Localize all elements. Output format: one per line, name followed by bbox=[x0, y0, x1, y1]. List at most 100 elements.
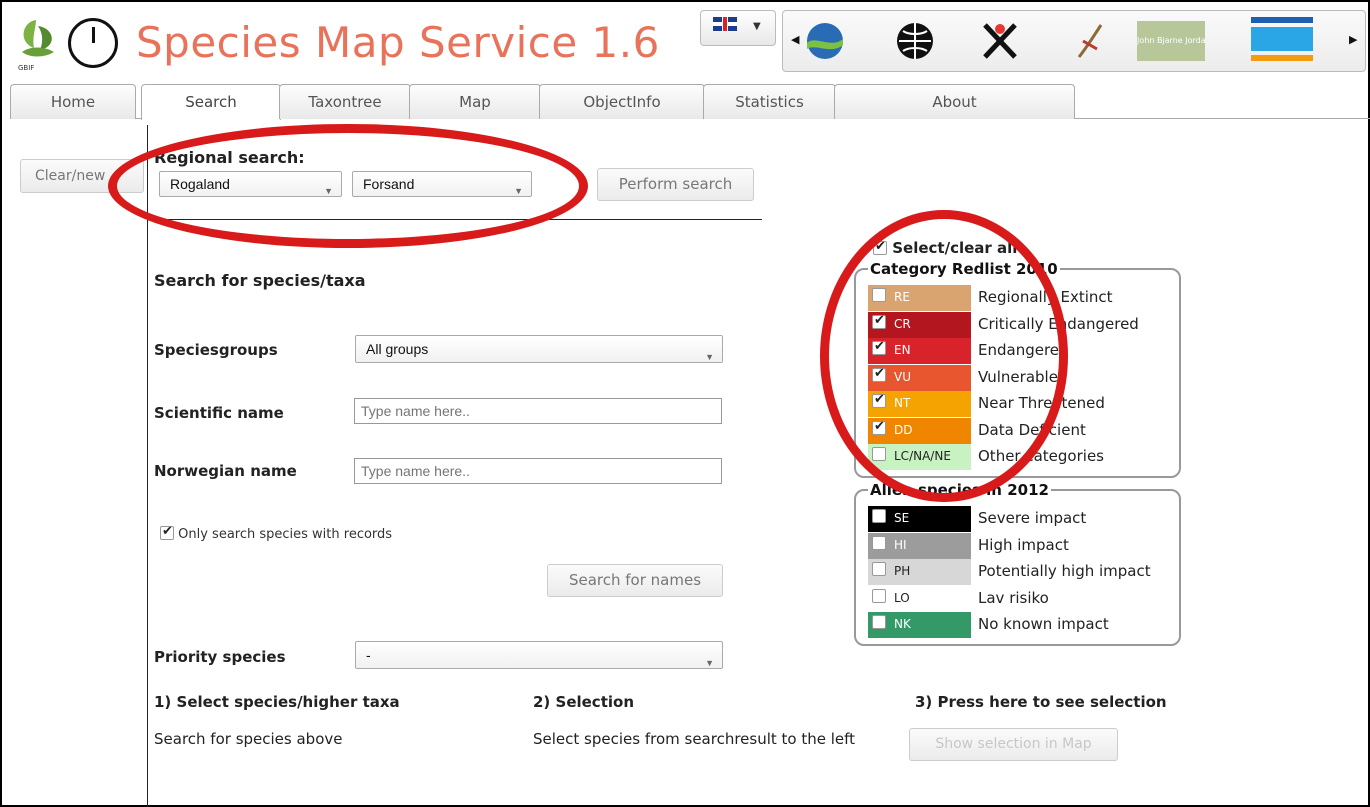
category-code: VU bbox=[894, 369, 911, 384]
redlist-row-lc-na-ne[interactable]: LC/NA/NE Other categories bbox=[868, 444, 1172, 470]
category-swatch: CR bbox=[868, 311, 971, 338]
category-code: RE bbox=[894, 290, 910, 304]
category-label: Near Threatened bbox=[978, 394, 1105, 412]
redlist-row-vu[interactable]: VU Vulnerable bbox=[868, 364, 1172, 391]
priority-species-value: - bbox=[366, 647, 371, 663]
category-code: NK bbox=[894, 617, 911, 631]
speciesgroups-label: Speciesgroups bbox=[154, 341, 278, 359]
category-label: Lav risiko bbox=[978, 588, 1049, 607]
carousel-next-icon[interactable]: ▶ bbox=[1349, 33, 1357, 46]
redlist-row-re[interactable]: RE Regionally Extinct bbox=[868, 285, 1172, 311]
category-code: EN bbox=[894, 343, 911, 357]
municipality-select[interactable]: Forsand ▼ bbox=[352, 171, 532, 197]
step1-text: Search for species above bbox=[154, 730, 343, 748]
redlist-row-en[interactable]: EN Endangered bbox=[868, 338, 1172, 364]
clear-new-button[interactable]: Clear/new bbox=[20, 159, 144, 193]
alien-row-lo[interactable]: LO Lav risiko bbox=[868, 585, 1172, 612]
category-swatch: PH bbox=[868, 559, 971, 585]
category-checkbox[interactable] bbox=[872, 392, 886, 408]
alien-row-se[interactable]: SE Severe impact bbox=[868, 506, 1172, 532]
category-code: LO bbox=[894, 590, 910, 605]
redlist-row-nt[interactable]: NT Near Threatened bbox=[868, 391, 1172, 417]
category-checkbox[interactable] bbox=[872, 509, 886, 523]
category-code: PH bbox=[894, 564, 911, 578]
scientific-name-label: Scientific name bbox=[154, 404, 284, 422]
municipality-select-value: Forsand bbox=[363, 176, 415, 192]
globe-logo-icon[interactable] bbox=[805, 21, 845, 61]
category-label: Vulnerable bbox=[978, 367, 1058, 386]
app-title: Species Map Service 1.6 bbox=[136, 18, 660, 67]
step2-title: 2) Selection bbox=[533, 693, 634, 711]
world-logo-icon[interactable] bbox=[895, 21, 935, 61]
speciesgroups-select[interactable]: All groups ▼ bbox=[355, 335, 723, 363]
priority-species-select[interactable]: - ▼ bbox=[355, 641, 723, 669]
category-swatch: NK bbox=[868, 612, 971, 638]
category-checkbox[interactable] bbox=[872, 419, 886, 435]
plant-logo-icon[interactable] bbox=[1073, 21, 1107, 61]
uk-flag-icon bbox=[713, 17, 737, 31]
chevron-down-icon: ▼ bbox=[705, 658, 714, 668]
only-records-checkbox[interactable] bbox=[160, 524, 174, 540]
category-swatch: SE bbox=[868, 506, 971, 532]
select-clear-all[interactable]: Select/clear all bbox=[873, 239, 1017, 257]
show-selection-in-map-button[interactable]: Show selection in Map bbox=[909, 728, 1118, 761]
category-swatch: VU bbox=[868, 364, 971, 391]
category-code: DD bbox=[894, 422, 913, 437]
chevron-down-icon: ▼ bbox=[514, 186, 523, 196]
gbif-logo: GBIF bbox=[14, 12, 60, 74]
category-code: SE bbox=[894, 511, 910, 525]
category-checkbox[interactable] bbox=[872, 313, 886, 329]
tab-taxontree[interactable]: Taxontree bbox=[279, 84, 411, 119]
category-swatch: NT bbox=[868, 391, 971, 417]
county-select[interactable]: Rogaland ▼ bbox=[159, 171, 342, 197]
category-checkbox[interactable] bbox=[872, 288, 886, 302]
search-for-names-button[interactable]: Search for names bbox=[547, 564, 723, 597]
category-label: High impact bbox=[978, 535, 1069, 554]
category-code: HI bbox=[894, 537, 907, 552]
alien-row-nk[interactable]: NK No known impact bbox=[868, 612, 1172, 638]
only-records-option[interactable]: Only search species with records bbox=[160, 524, 393, 542]
category-label: No known impact bbox=[978, 615, 1109, 633]
category-checkbox[interactable] bbox=[872, 366, 886, 382]
select-all-checkbox[interactable] bbox=[873, 239, 887, 255]
tab-map[interactable]: Map bbox=[409, 84, 541, 119]
regional-search-heading: Regional search: bbox=[154, 148, 305, 167]
category-checkbox[interactable] bbox=[872, 339, 886, 355]
category-swatch: DD bbox=[868, 417, 971, 444]
category-swatch: RE bbox=[868, 285, 971, 311]
category-checkbox[interactable] bbox=[872, 535, 886, 550]
scientific-name-input[interactable] bbox=[354, 398, 722, 424]
tab-search[interactable]: Search bbox=[141, 84, 281, 120]
jordal-logo[interactable]: John Bjarne Jordal bbox=[1137, 21, 1205, 61]
stripes-logo-icon[interactable] bbox=[1251, 17, 1313, 65]
perform-search-button[interactable]: Perform search bbox=[597, 168, 754, 201]
category-checkbox[interactable] bbox=[872, 447, 886, 461]
category-code: NT bbox=[894, 396, 911, 410]
chevron-down-icon: ▼ bbox=[753, 21, 761, 32]
tab-objectinfo[interactable]: ObjectInfo bbox=[539, 84, 705, 119]
section-divider bbox=[150, 219, 762, 220]
carousel-prev-icon[interactable]: ◀ bbox=[791, 33, 799, 46]
tab-home[interactable]: Home bbox=[10, 84, 136, 119]
category-code: LC/NA/NE bbox=[894, 449, 951, 463]
tab-about[interactable]: About bbox=[834, 84, 1075, 119]
redlist-row-dd[interactable]: DD Data Deficient bbox=[868, 417, 1172, 444]
cross-logo-icon[interactable] bbox=[981, 21, 1019, 61]
alien-legend: Alien species in 2012 bbox=[868, 481, 1051, 499]
category-checkbox[interactable] bbox=[872, 562, 886, 576]
category-checkbox[interactable] bbox=[872, 588, 886, 603]
step1-title: 1) Select species/higher taxa bbox=[154, 693, 400, 711]
norwegian-name-input[interactable] bbox=[354, 458, 722, 484]
only-records-label: Only search species with records bbox=[178, 527, 393, 542]
language-select[interactable]: ▼ bbox=[700, 10, 776, 46]
category-checkbox[interactable] bbox=[872, 615, 886, 629]
county-select-value: Rogaland bbox=[170, 176, 230, 192]
norwegian-name-label: Norwegian name bbox=[154, 462, 297, 480]
redlist-row-cr[interactable]: CR Critically Endangered bbox=[868, 311, 1172, 338]
category-swatch: LC/NA/NE bbox=[868, 444, 971, 470]
clock-logo-icon bbox=[68, 18, 118, 68]
alien-row-hi[interactable]: HI High impact bbox=[868, 532, 1172, 559]
tab-statistics[interactable]: Statistics bbox=[703, 84, 836, 119]
alien-row-ph[interactable]: PH Potentially high impact bbox=[868, 559, 1172, 585]
category-swatch: HI bbox=[868, 532, 971, 559]
